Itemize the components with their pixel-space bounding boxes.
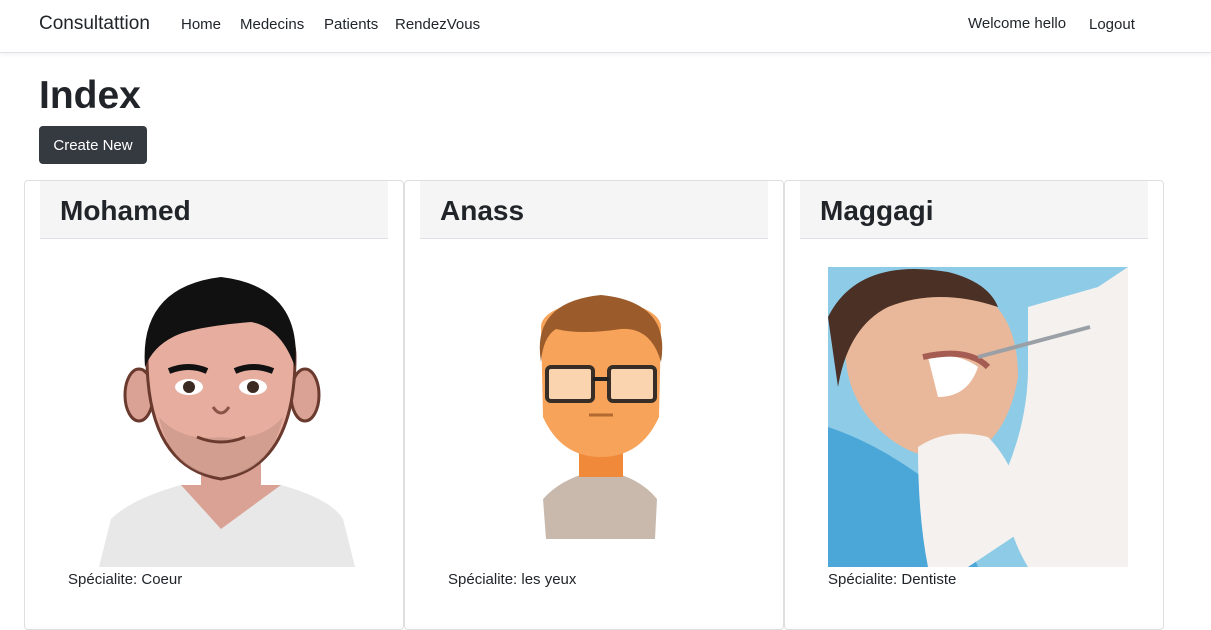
create-new-button[interactable]: Create New	[39, 126, 147, 164]
logout-link[interactable]: Logout	[1089, 16, 1135, 33]
male-doctor-avatar	[81, 267, 381, 567]
card-header: Maggagi	[800, 181, 1148, 239]
welcome-text: Welcome hello	[968, 15, 1067, 32]
dental-patient-photo	[828, 267, 1128, 567]
nav-link-patients[interactable]: Patients	[324, 16, 378, 33]
specialite-text: Spécialite: Dentiste	[828, 571, 957, 588]
nav-link-home[interactable]: Home	[181, 16, 221, 33]
nav-link-rendezvous[interactable]: RendezVous	[395, 16, 480, 33]
doctor-name: Mohamed	[60, 195, 191, 226]
card-header: Mohamed	[40, 181, 388, 239]
doctor-card: Maggagi Spécialite: Dentiste	[784, 180, 1164, 630]
page-title: Index	[39, 74, 141, 117]
glasses-avatar	[451, 267, 751, 567]
doctor-card: Anass Spécialite: les yeux	[404, 180, 784, 630]
nav-link-medecins[interactable]: Medecins	[240, 16, 304, 33]
doctor-card: Mohamed Spécialite: Coeur	[24, 180, 404, 630]
card-header: Anass	[420, 181, 768, 239]
doctor-name: Anass	[440, 195, 525, 226]
navbar: Consultattion Home Medecins Patients Ren…	[0, 0, 1211, 53]
navbar-brand[interactable]: Consultattion	[39, 13, 150, 35]
specialite-text: Spécialite: les yeux	[448, 571, 577, 588]
specialite-text: Spécialite: Coeur	[68, 571, 183, 588]
doctor-name: Maggagi	[820, 195, 934, 226]
